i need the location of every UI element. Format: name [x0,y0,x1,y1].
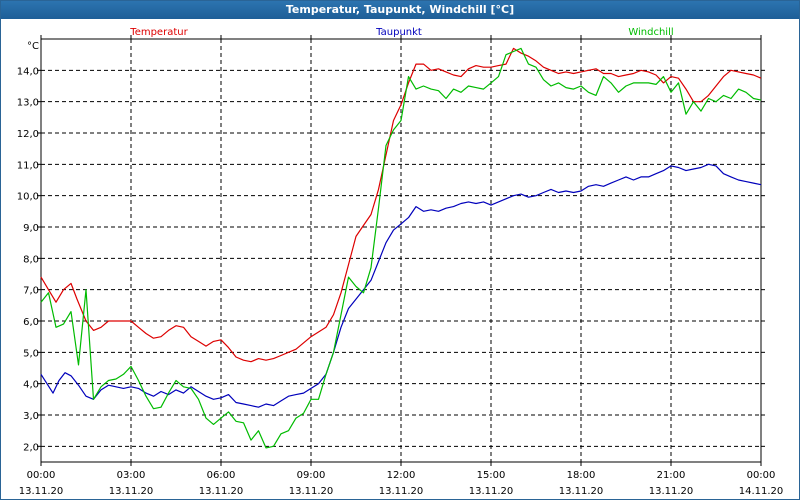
x-tick-time-label: 09:00 [297,470,326,481]
tick-labels: 2,0 3,0 4,0 5,0 6,0 7,0 8,0 9,0 10,0 11,0 12,0 13,0… [17,66,784,497]
y-tick-label: 14,0 [17,66,39,77]
line-chart: °C 2,0 3,0 4,0 5,0 6,0 7,0 8,0 9,0 10,0 11,0 12,0 1… [17,27,784,497]
series-line-windchill [40,47,762,449]
grid [37,35,765,466]
y-tick-label: 6,0 [23,317,39,328]
y-tick-label: 10,0 [17,192,39,203]
y-tick-label: 2,0 [23,442,39,453]
axes: °C [27,38,762,463]
x-tick-time-label: 15:00 [477,470,506,481]
x-tick-date-label: 13.11.20 [289,486,334,497]
y-tick-label: 4,0 [23,380,39,391]
x-tick-time-label: 12:00 [387,470,416,481]
y-axis-unit-label: °C [27,41,39,52]
x-tick-time-label: 00:00 [747,470,776,481]
x-tick-date-label: 13.11.20 [19,486,64,497]
y-tick-label: 8,0 [23,254,39,265]
y-tick-label: 5,0 [23,348,39,359]
x-tick-date-label: 13.11.20 [559,486,604,497]
y-tick-label: 9,0 [23,223,39,234]
x-tick-date-label: 14.11.20 [739,486,784,497]
y-tick-label: 7,0 [23,286,39,297]
y-tick-label: 13,0 [17,98,39,109]
x-tick-date-label: 13.11.20 [109,486,154,497]
x-tick-time-label: 18:00 [567,470,596,481]
y-tick-label: 12,0 [17,129,39,140]
x-tick-time-label: 03:00 [117,470,146,481]
x-tick-date-label: 13.11.20 [469,486,514,497]
legend-taupunkt: Taupunkt [375,27,422,38]
x-tick-time-label: 00:00 [27,470,56,481]
y-tick-label: 3,0 [23,411,39,422]
series [40,47,762,449]
y-tick-label: 11,0 [17,160,39,171]
x-tick-date-label: 13.11.20 [649,486,694,497]
x-tick-time-label: 06:00 [207,470,236,481]
legend-windchill: Windchill [628,27,673,38]
x-tick-time-label: 21:00 [657,470,686,481]
legend: Temperatur Taupunkt Windchill [129,27,673,38]
x-tick-date-label: 13.11.20 [199,486,244,497]
window-title: Temperatur, Taupunkt, Windchill [°C] [1,1,799,19]
x-tick-date-label: 13.11.20 [379,486,424,497]
legend-temperatur: Temperatur [129,27,188,38]
chart-window: Temperatur, Taupunkt, Windchill [°C] °C … [0,0,800,500]
